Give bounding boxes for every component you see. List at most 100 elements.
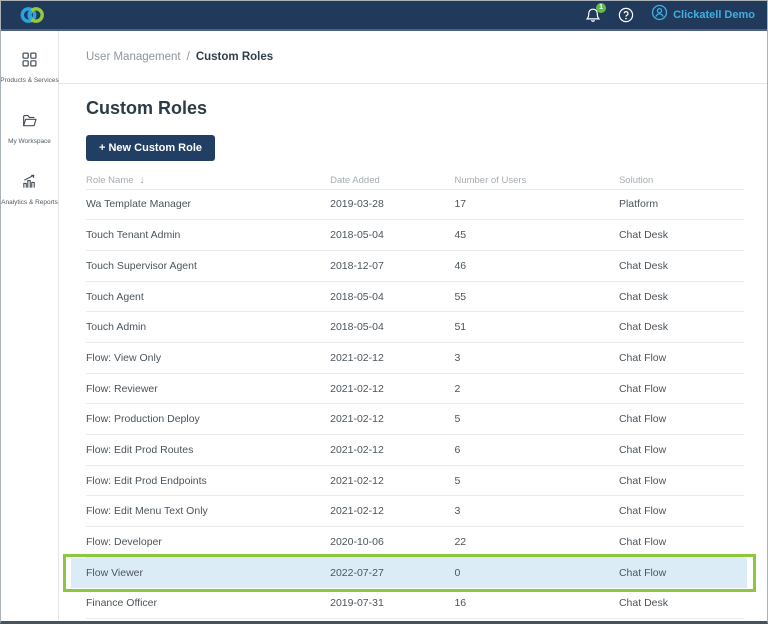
- cell-solution: Chat Desk: [618, 229, 668, 242]
- cell-date-added: 2019-07-31: [330, 597, 384, 610]
- notifications-bell-icon[interactable]: 1: [585, 2, 607, 24]
- cell-number-of-users: 45: [454, 229, 467, 242]
- bar-chart-icon: [21, 173, 38, 195]
- cell-number-of-users: 16: [454, 597, 467, 610]
- sidebar-item-my-workspace[interactable]: My Workspace: [1, 108, 58, 149]
- cell-role-name: Touch Admin: [86, 321, 147, 334]
- cell-solution: Chat Desk: [618, 259, 668, 272]
- cell-solution: Chat Desk: [618, 597, 668, 610]
- cell-role-name: Flow Viewer: [86, 566, 143, 579]
- user-avatar-icon: [651, 4, 668, 26]
- main-area: User Management / Custom Roles Custom Ro…: [59, 31, 767, 620]
- cell-role-name: Flow: Reviewer: [86, 382, 158, 395]
- cell-role-name: Finance Officer: [86, 597, 158, 610]
- table-row[interactable]: Flow: Developer 2020-10-06 22 Chat Flow: [86, 527, 744, 558]
- cell-number-of-users: 3: [454, 351, 461, 364]
- cell-date-added: 2020-10-06: [330, 536, 384, 548]
- table-row[interactable]: Finance Officer 2019-07-31 16 Chat Desk: [86, 589, 744, 620]
- cell-role-name: Flow: Edit Prod Endpoints: [86, 474, 207, 487]
- table-row[interactable]: Touch Admin 2018-05-04 51 Chat Desk: [86, 312, 744, 344]
- sidebar-item-label: Analytics & Reports: [1, 199, 58, 206]
- cell-date-added: 2021-02-12: [330, 443, 384, 456]
- table-header-row: Role Name ↓ Date Added Number of Users S…: [86, 172, 744, 190]
- column-header-role-name[interactable]: Role Name ↓: [86, 175, 330, 186]
- column-header-number-of-users[interactable]: Number of Users: [454, 175, 619, 186]
- table-row[interactable]: Touch Agent 2018-05-04 55 Chat Desk: [86, 282, 744, 313]
- clickatell-logo-icon[interactable]: [17, 5, 47, 25]
- table-row[interactable]: Flow: Edit Prod Endpoints 2021-02-12 5 C…: [86, 466, 744, 497]
- cell-date-added: 2018-05-04: [330, 321, 384, 334]
- grid-icon: [21, 51, 38, 73]
- cell-number-of-users: 0: [454, 566, 461, 579]
- folder-icon: [21, 112, 38, 134]
- cell-role-name: Flow: Production Deploy: [86, 413, 200, 426]
- cell-solution: Chat Desk: [618, 321, 668, 334]
- help-icon[interactable]: [618, 7, 634, 23]
- cell-date-added: 2021-02-12: [330, 505, 384, 518]
- cell-role-name: Touch Tenant Admin: [86, 229, 181, 242]
- cell-date-added: 2018-05-04: [330, 229, 384, 242]
- cell-role-name: Touch Agent: [86, 290, 144, 303]
- table-row[interactable]: Flow: Edit Prod Routes 2021-02-12 6 Chat…: [86, 435, 744, 466]
- table-row[interactable]: Touch Supervisor Agent 2018-12-07 46 Cha…: [86, 251, 744, 282]
- cell-role-name: Flow: Edit Prod Routes: [86, 443, 194, 456]
- breadcrumb-user-management[interactable]: User Management: [86, 51, 181, 63]
- notification-badge: 1: [596, 2, 607, 13]
- custom-roles-table: Role Name ↓ Date Added Number of Users S…: [63, 172, 756, 620]
- sidebar-item-analytics-reports[interactable]: Analytics & Reports: [1, 169, 58, 210]
- cell-number-of-users: 22: [454, 536, 467, 548]
- column-header-solution[interactable]: Solution: [619, 175, 744, 186]
- column-header-date-added[interactable]: Date Added: [330, 175, 454, 186]
- table-body: Wa Template Manager 2019-03-28 17 Platfo…: [63, 190, 756, 620]
- breadcrumb-separator: /: [186, 51, 190, 63]
- cell-date-added: 2021-02-12: [330, 474, 384, 487]
- cell-solution: Chat Flow: [618, 474, 667, 487]
- sidebar-item-label: My Workspace: [8, 138, 51, 145]
- cell-date-added: 2021-02-12: [330, 413, 384, 426]
- user-name: Clickatell Demo: [673, 9, 755, 21]
- cell-date-added: 2019-03-28: [330, 198, 384, 211]
- cell-date-added: 2018-12-07: [330, 259, 384, 272]
- cell-number-of-users: 55: [454, 290, 467, 303]
- cell-date-added: 2022-07-27: [330, 566, 384, 579]
- cell-number-of-users: 17: [454, 198, 467, 211]
- table-row-highlighted[interactable]: Flow Viewer 2022-07-27 0 Chat Flow: [63, 553, 756, 592]
- sort-descending-icon[interactable]: ↓: [140, 175, 145, 186]
- cell-solution: Chat Flow: [618, 443, 667, 456]
- cell-solution: Chat Flow: [618, 566, 667, 579]
- breadcrumb-custom-roles: Custom Roles: [195, 51, 274, 63]
- cell-solution: Chat Flow: [618, 351, 667, 364]
- cell-role-name: Flow: Developer: [86, 536, 162, 548]
- sidebar-item-label: Products & Services: [0, 77, 59, 84]
- table-row[interactable]: Flow: View Only 2021-02-12 3 Chat Flow: [86, 343, 744, 374]
- cell-date-added: 2018-05-04: [330, 290, 384, 303]
- sidebar-item-products-services[interactable]: Products & Services: [0, 47, 59, 88]
- page-title: Custom Roles: [86, 98, 208, 118]
- user-menu[interactable]: Clickatell Demo: [651, 4, 755, 26]
- sidebar: Products & Services My Workspace Analyti…: [1, 31, 59, 620]
- cell-solution: Chat Flow: [618, 413, 667, 426]
- cell-role-name: Flow: View Only: [86, 351, 162, 364]
- cell-number-of-users: 6: [454, 443, 461, 456]
- cell-number-of-users: 46: [454, 259, 467, 272]
- new-custom-role-button[interactable]: + New Custom Role: [86, 134, 215, 161]
- cell-role-name: Touch Supervisor Agent: [86, 259, 197, 272]
- cell-solution: Platform: [618, 198, 659, 211]
- table-row[interactable]: Flow: Production Deploy 2021-02-12 5 Cha…: [86, 404, 744, 436]
- cell-solution: Chat Flow: [618, 382, 667, 395]
- cell-solution: Chat Flow: [618, 536, 667, 548]
- cell-role-name: Wa Template Manager: [86, 198, 192, 211]
- cell-date-added: 2021-02-12: [330, 351, 384, 364]
- cell-number-of-users: 3: [454, 505, 461, 518]
- cell-number-of-users: 51: [454, 321, 467, 334]
- page-content: Custom Roles + New Custom Role Role Name…: [59, 84, 767, 620]
- cell-number-of-users: 5: [454, 474, 461, 487]
- cell-number-of-users: 2: [454, 382, 461, 395]
- table-row[interactable]: Wa Template Manager 2019-03-28 17 Platfo…: [86, 190, 744, 221]
- topbar: 1 Clickatell Demo: [1, 1, 767, 31]
- table-row[interactable]: Flow: Edit Menu Text Only 2021-02-12 3 C…: [86, 496, 744, 528]
- cell-solution: Chat Flow: [618, 505, 667, 518]
- cell-role-name: Flow: Edit Menu Text Only: [86, 505, 208, 518]
- table-row[interactable]: Touch Tenant Admin 2018-05-04 45 Chat De…: [86, 220, 744, 251]
- table-row[interactable]: Flow: Reviewer 2021-02-12 2 Chat Flow: [86, 374, 744, 405]
